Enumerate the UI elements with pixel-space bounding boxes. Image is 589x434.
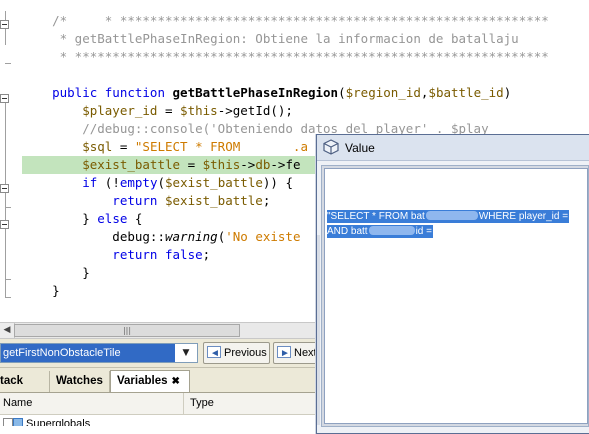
previous-arrow-icon xyxy=(207,344,221,363)
value-text: id = xyxy=(415,226,432,237)
code-token: $exist_battle xyxy=(165,193,263,208)
superglobals-icon xyxy=(13,418,23,426)
code-token: $player_id xyxy=(22,103,158,118)
value-textarea[interactable]: "SELECT * FROM bat WHERE player_id = AND … xyxy=(324,168,588,424)
code-token: $this xyxy=(202,157,241,172)
code-token: ->fe xyxy=(270,157,301,172)
next-button[interactable]: Next xyxy=(273,342,319,364)
code-line[interactable]: /* * ***********************************… xyxy=(22,12,548,30)
code-token: } xyxy=(22,265,90,280)
code-token: ->getId(); xyxy=(217,103,293,118)
code-token: $region_id xyxy=(345,85,421,100)
table-row[interactable]: Superglobals xyxy=(0,415,318,426)
scroll-left-arrow-icon[interactable]: ◀ xyxy=(0,323,15,338)
variables-table-header: Name Type xyxy=(0,393,318,415)
code-token: $sql xyxy=(22,139,113,154)
code-line[interactable]: * **************************************… xyxy=(22,48,548,66)
expand-icon[interactable] xyxy=(3,418,13,426)
fold-gutter xyxy=(0,0,22,322)
selected-text-line: AND batt id = xyxy=(327,225,433,238)
code-token: ( xyxy=(157,175,166,190)
code-line[interactable] xyxy=(22,66,548,84)
fold-end-marker xyxy=(5,207,11,208)
code-token: } xyxy=(22,211,98,226)
code-token: (! xyxy=(104,175,120,190)
code-token: empty xyxy=(119,175,158,190)
fold-toggle-icon[interactable] xyxy=(0,20,9,29)
tab-call-stack[interactable]: tack xyxy=(0,371,50,392)
code-token: return false xyxy=(22,247,203,262)
code-token: ; xyxy=(262,193,271,208)
code-token: warning xyxy=(165,229,218,244)
fold-end-marker xyxy=(5,297,11,298)
code-token: if xyxy=(22,175,105,190)
code-line[interactable]: * getBattlePhaseInRegion: Obtiene la inf… xyxy=(22,30,548,48)
code-token: getBattlePhaseInRegion xyxy=(172,85,339,100)
close-icon[interactable]: ✖ xyxy=(172,376,180,387)
dialog-title: Value xyxy=(345,141,375,155)
column-header-type[interactable]: Type xyxy=(186,393,318,414)
tab-variables[interactable]: Variables ✖ xyxy=(110,370,190,392)
fold-toggle-icon[interactable] xyxy=(0,184,9,193)
code-token: $battle_id xyxy=(428,85,504,100)
code-token: $exist_battle xyxy=(22,157,181,172)
fold-toggle-icon[interactable] xyxy=(0,94,9,103)
code-token: $exist_battle xyxy=(165,175,263,190)
method-selector[interactable]: getFirstNonObstacleTile ▼ xyxy=(0,343,198,363)
next-arrow-icon xyxy=(277,344,291,363)
code-token: = xyxy=(180,157,203,172)
previous-button-label: Previous xyxy=(224,347,267,359)
value-text: AND batt xyxy=(327,226,368,237)
code-token: ; xyxy=(202,247,211,262)
column-header-name[interactable]: Name xyxy=(0,393,184,414)
code-token: public function xyxy=(22,85,173,100)
debugger-tab-strip: tack Watches Variables ✖ xyxy=(0,368,318,393)
code-token: )) { xyxy=(262,175,293,190)
code-token: else xyxy=(97,211,128,226)
value-text: "SELECT * FROM bat xyxy=(327,211,425,222)
code-token: * **************************************… xyxy=(22,49,548,64)
editor-horizontal-scrollbar[interactable]: ◀ ||| xyxy=(0,322,318,339)
code-token: /* * ***********************************… xyxy=(52,13,548,28)
value-frame: "SELECT * FROM bat WHERE player_id = AND … xyxy=(321,165,589,427)
previous-button[interactable]: Previous xyxy=(203,342,270,364)
fold-guide xyxy=(5,103,6,298)
code-token: "SELECT * FROM .a xyxy=(134,139,308,154)
navigation-bar: getFirstNonObstacleTile ▼ Previous Next xyxy=(0,339,319,368)
code-token: debug:: xyxy=(22,229,165,244)
code-line[interactable]: $player_id = $this->getId(); xyxy=(22,102,548,120)
redacted-region xyxy=(425,211,478,220)
fold-end-marker xyxy=(5,279,11,280)
row-label: Superglobals xyxy=(26,418,91,426)
code-line[interactable]: public function getBattlePhaseInRegion($… xyxy=(22,84,548,102)
fold-end-marker xyxy=(5,63,11,64)
next-button-label: Next xyxy=(294,347,317,359)
dialog-border xyxy=(317,235,320,425)
code-token: db xyxy=(255,157,271,172)
cube-icon xyxy=(323,139,339,155)
code-token: $this xyxy=(180,103,218,118)
code-token: return xyxy=(22,193,165,208)
code-token: = xyxy=(112,139,135,154)
code-token: -> xyxy=(240,157,256,172)
redacted-region xyxy=(368,226,415,235)
code-token: = xyxy=(157,103,181,118)
code-token: { xyxy=(127,211,143,226)
code-token: ( xyxy=(338,85,346,100)
tab-variables-label: Variables xyxy=(117,375,168,387)
code-token: ) xyxy=(503,85,512,100)
code-token: 'No existe xyxy=(225,229,301,244)
value-dialog: Value "SELECT * FROM bat WHERE player_id … xyxy=(316,134,589,434)
code-token: * getBattlePhaseInRegion: Obtiene la inf… xyxy=(22,31,519,46)
code-token: } xyxy=(22,283,60,298)
value-text: WHERE player_id = xyxy=(478,211,569,222)
selected-text-line: "SELECT * FROM bat WHERE player_id = xyxy=(327,210,570,223)
chevron-down-icon[interactable]: ▼ xyxy=(177,344,195,362)
scrollbar-thumb[interactable]: ||| xyxy=(14,324,240,337)
method-selector-value: getFirstNonObstacleTile xyxy=(1,344,175,362)
fold-toggle-icon[interactable] xyxy=(0,220,9,229)
dialog-titlebar[interactable]: Value xyxy=(317,135,589,161)
tab-watches[interactable]: Watches xyxy=(50,371,110,392)
